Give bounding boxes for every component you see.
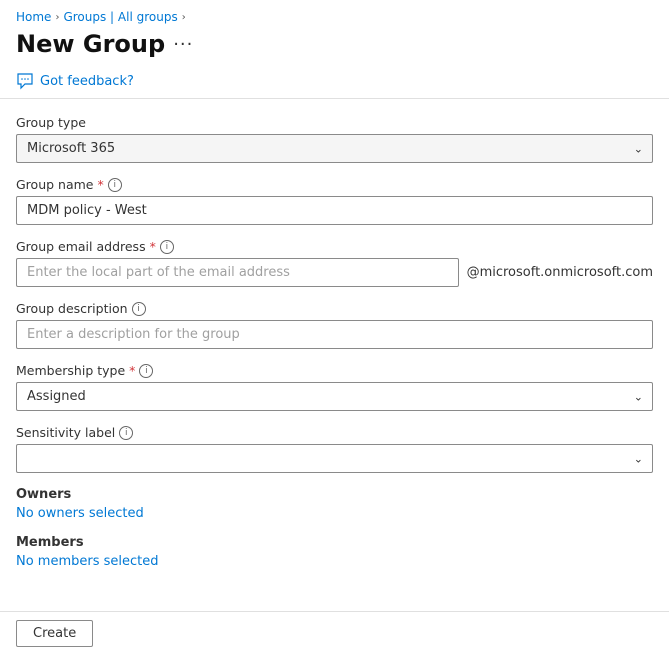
membership-type-select-wrapper: Assigned Dynamic User Dynamic Device ⌄	[16, 382, 653, 411]
breadcrumb-chevron-1: ›	[55, 12, 59, 23]
membership-type-label: Membership type * i	[16, 363, 653, 378]
group-email-info-icon[interactable]: i	[160, 240, 174, 254]
email-input-wrap	[16, 258, 459, 287]
no-members-link[interactable]: No members selected	[16, 554, 159, 569]
no-owners-link[interactable]: No owners selected	[16, 506, 144, 521]
owners-label: Owners	[16, 487, 653, 502]
group-type-select[interactable]: Microsoft 365 Security Mail-enabled secu…	[16, 134, 653, 163]
membership-type-field: Membership type * i Assigned Dynamic Use…	[16, 363, 653, 411]
members-section: Members No members selected	[16, 535, 653, 569]
owners-section: Owners No owners selected	[16, 487, 653, 521]
breadcrumb-home[interactable]: Home	[16, 10, 51, 24]
title-row: New Group ···	[0, 28, 669, 66]
footer: Create	[0, 611, 669, 659]
group-email-input[interactable]	[16, 258, 459, 287]
group-description-input[interactable]	[16, 320, 653, 349]
membership-type-required: *	[129, 363, 135, 378]
members-label: Members	[16, 535, 653, 550]
group-name-input[interactable]	[16, 196, 653, 225]
group-type-field: Group type Microsoft 365 Security Mail-e…	[16, 115, 653, 163]
group-type-label: Group type	[16, 115, 653, 130]
sensitivity-label-select-wrapper: ⌄	[16, 444, 653, 473]
group-description-label: Group description i	[16, 301, 653, 316]
email-domain: @microsoft.onmicrosoft.com	[467, 265, 653, 280]
create-button[interactable]: Create	[16, 620, 93, 647]
email-row: @microsoft.onmicrosoft.com	[16, 258, 653, 287]
main-content: Group type Microsoft 365 Security Mail-e…	[0, 99, 669, 611]
breadcrumb-chevron-2: ›	[182, 12, 186, 23]
group-type-select-wrapper: Microsoft 365 Security Mail-enabled secu…	[16, 134, 653, 163]
feedback-label: Got feedback?	[40, 74, 134, 89]
more-options-icon[interactable]: ···	[173, 34, 193, 55]
group-email-label: Group email address * i	[16, 239, 653, 254]
sensitivity-label-field: Sensitivity label i ⌄	[16, 425, 653, 473]
breadcrumb-groups[interactable]: Groups | All groups	[63, 10, 177, 24]
group-email-required: *	[150, 239, 156, 254]
group-description-info-icon[interactable]: i	[132, 302, 146, 316]
group-name-label: Group name * i	[16, 177, 653, 192]
membership-type-info-icon[interactable]: i	[139, 364, 153, 378]
group-description-field: Group description i	[16, 301, 653, 349]
feedback-icon	[16, 72, 34, 90]
group-name-field: Group name * i	[16, 177, 653, 225]
group-name-info-icon[interactable]: i	[108, 178, 122, 192]
page-title: New Group	[16, 30, 165, 58]
sensitivity-label-info-icon[interactable]: i	[119, 426, 133, 440]
page-wrapper: Home › Groups | All groups › New Group ·…	[0, 0, 669, 659]
sensitivity-label-select[interactable]	[16, 444, 653, 473]
feedback-bar[interactable]: Got feedback?	[0, 66, 669, 99]
group-name-required: *	[97, 177, 103, 192]
breadcrumb: Home › Groups | All groups ›	[0, 0, 669, 28]
group-email-field: Group email address * i @microsoft.onmic…	[16, 239, 653, 287]
membership-type-select[interactable]: Assigned Dynamic User Dynamic Device	[16, 382, 653, 411]
sensitivity-label-label: Sensitivity label i	[16, 425, 653, 440]
